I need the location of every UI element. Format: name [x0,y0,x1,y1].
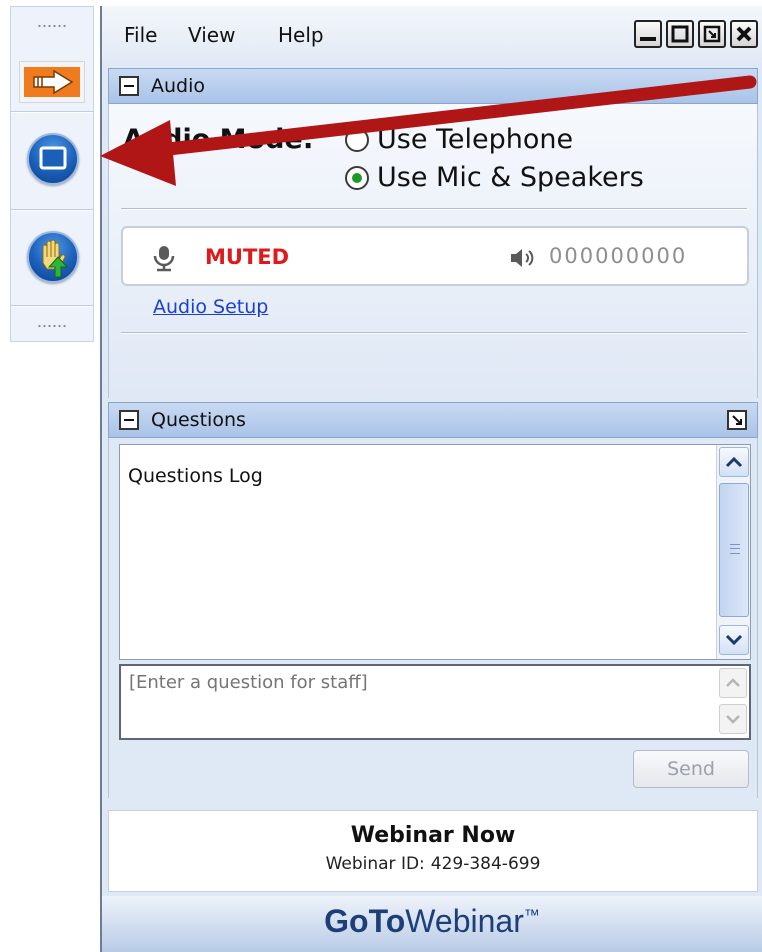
question-input[interactable] [119,664,751,740]
scroll-thumb[interactable] [719,483,749,617]
questions-log-scrollbar[interactable] [716,445,750,659]
menu-help[interactable]: Help [278,23,324,47]
expand-panel-button[interactable] [19,61,85,103]
brand-trademark: ™ [523,907,540,925]
toolbar-grip-bottom[interactable] [11,311,93,341]
arrow-right-icon [24,67,80,97]
question-input-scrollbar[interactable] [719,668,747,736]
minimize-icon [640,37,656,41]
questions-panel: Questions Log Send [108,438,758,798]
chevron-up-icon [726,678,740,687]
audio-divider [121,208,747,210]
questions-log: Questions Log [119,444,751,660]
audio-divider-bottom [121,332,747,334]
scroll-up-button[interactable] [719,447,749,477]
questions-panel-title: Questions [151,409,246,431]
restore-icon [703,25,721,43]
toolbar-separator [11,209,93,211]
popout-questions-button[interactable] [727,410,747,430]
raise-hand-icon [42,239,69,278]
maximize-button[interactable] [666,20,694,48]
raise-hand-button[interactable] [27,231,79,283]
audio-panel-header[interactable]: Audio [108,68,758,104]
toolbar-grip-top[interactable] [11,11,93,41]
webinar-id-label: Webinar ID: [325,854,425,874]
toolbar-separator [11,111,93,113]
speaker-level-meter: 000000000 [549,244,688,268]
brand-goto: GoTo [324,903,406,939]
collapse-questions-button[interactable] [119,410,139,430]
speaker-icon [511,249,534,267]
goto-webinar-control-panel: File View Help Audio Audio Mode: Use Tel… [100,6,762,952]
input-scroll-up-button[interactable] [719,668,747,698]
radio-telephone[interactable] [345,127,369,152]
send-button[interactable]: Send [633,750,749,788]
audio-setup-link[interactable]: Audio Setup [153,296,268,318]
webinar-id-row: Webinar ID: 429-384-699 [109,854,757,874]
minimize-button[interactable] [634,20,662,48]
audio-panel: Audio Mode: Use Telephone Use Mic & Spea… [108,104,758,398]
audio-mode-label: Audio Mode: [123,124,314,155]
close-button[interactable] [730,20,758,48]
gotowebinar-logo: GoToWebinar™ [102,896,762,952]
toolbar-separator [11,305,93,307]
window-controls [634,20,758,48]
collapse-audio-button[interactable] [119,76,139,96]
audio-status-box: MUTED 000000000 [121,226,749,286]
menu-bar: File View Help [102,6,762,62]
scroll-down-button[interactable] [719,625,749,655]
audio-panel-title: Audio [151,75,206,97]
webinar-title: Webinar Now [350,823,516,848]
chevron-down-icon [726,715,740,724]
option-use-mic-speakers[interactable]: Use Mic & Speakers [345,162,644,193]
screen-share-icon [39,146,67,170]
restore-button[interactable] [698,20,726,48]
mic-muted-status: MUTED [205,245,290,269]
popout-icon [732,415,742,425]
webinar-id-value: 429-384-699 [430,854,541,874]
mini-toolbar [10,6,94,342]
questions-panel-header[interactable]: Questions [108,402,758,438]
option-mic-speakers-label: Use Mic & Speakers [377,162,644,193]
input-scroll-down-button[interactable] [719,704,747,734]
menu-view[interactable]: View [188,23,235,47]
menu-file[interactable]: File [124,23,157,47]
microphone-icon [153,246,175,272]
show-screen-button[interactable] [27,133,79,185]
maximize-icon [671,25,689,43]
scroll-grip-icon [730,544,740,554]
close-icon [736,26,752,42]
option-telephone-label: Use Telephone [377,124,574,155]
option-use-telephone[interactable]: Use Telephone [345,124,573,155]
radio-mic-speakers[interactable] [345,165,369,190]
chevron-up-icon [725,456,743,468]
webinar-info: Webinar Now Webinar ID: 429-384-699 [108,810,758,892]
questions-log-title: Questions Log [128,465,263,487]
brand-webinar: Webinar [405,903,524,939]
chevron-down-icon [725,634,743,646]
